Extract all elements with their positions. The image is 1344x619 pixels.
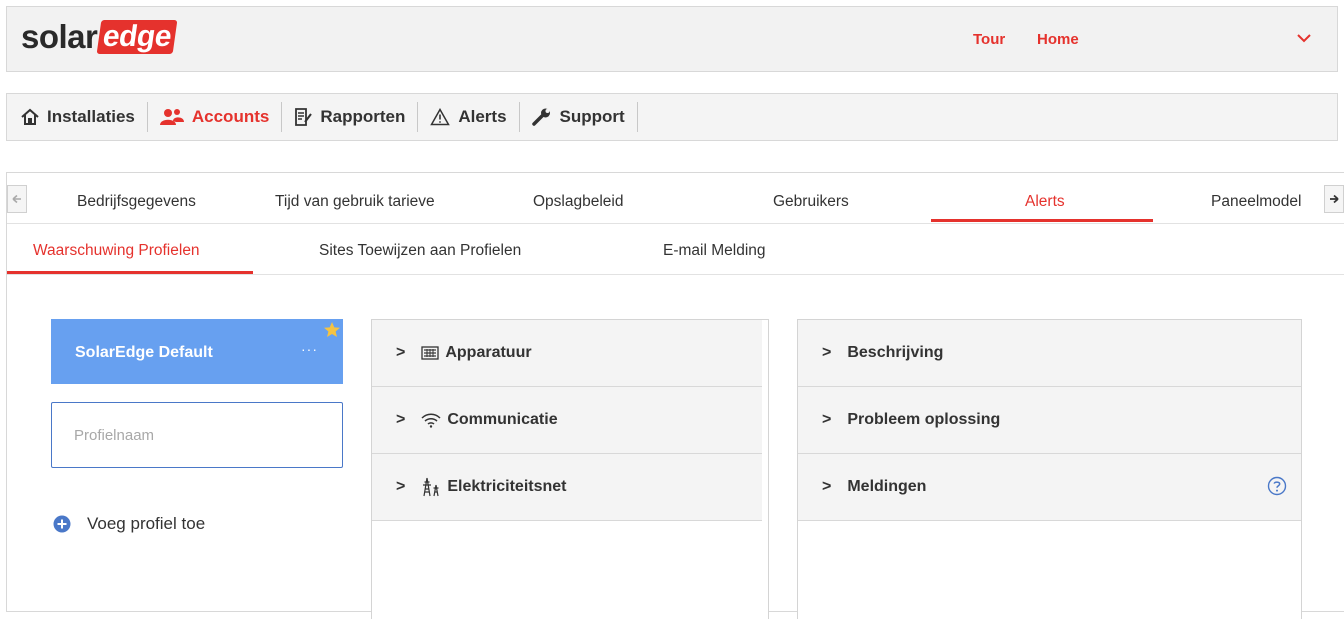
- subtab-email-melding[interactable]: E-mail Melding: [663, 242, 766, 260]
- nav-support-label: Support: [559, 107, 625, 126]
- profile-menu-button[interactable]: ···: [301, 341, 318, 357]
- tab-alerts[interactable]: Alerts: [1025, 193, 1065, 211]
- nav-rapporten[interactable]: Rapporten: [282, 102, 419, 132]
- power-grid-icon: [421, 477, 441, 497]
- accordion-beschrijving-label: Beschrijving: [847, 344, 944, 361]
- users-icon: [159, 109, 184, 125]
- device-icon: [421, 346, 439, 360]
- home-link[interactable]: Home: [1037, 31, 1079, 48]
- active-tab-indicator: [931, 219, 1153, 222]
- warning-icon: [430, 108, 451, 126]
- nav-alerts-label: Alerts: [458, 107, 507, 126]
- chevron-right-icon: >: [396, 411, 406, 428]
- app-header: solar edge Tour Home: [6, 6, 1338, 72]
- nav-alerts[interactable]: Alerts: [418, 102, 520, 132]
- help-icon[interactable]: [1267, 476, 1287, 496]
- profile-card-default[interactable]: SolarEdge Default ···: [51, 319, 343, 384]
- nav-rapporten-label: Rapporten: [320, 107, 406, 126]
- accordion-apparatuur-label: Apparatuur: [445, 344, 532, 361]
- accordion-apparatuur[interactable]: > Apparatuur: [372, 320, 762, 387]
- profile-name: SolarEdge Default: [75, 344, 213, 361]
- subtab-sites-toewijzen[interactable]: Sites Toewijzen aan Profielen: [319, 242, 521, 260]
- alert-category-accordion: > Apparatuur > Communicatie > Elektricit…: [371, 319, 769, 619]
- nav-accounts[interactable]: Accounts: [148, 102, 283, 132]
- accordion-probleem-oplossing-label: Probleem oplossing: [847, 411, 1001, 428]
- accordion-meldingen[interactable]: > Meldingen: [798, 454, 1301, 521]
- tabs-scroll-right-button[interactable]: [1324, 185, 1344, 213]
- accordion-elektriciteitsnet-label: Elektriciteitsnet: [447, 478, 567, 495]
- accordion-beschrijving[interactable]: > Beschrijving: [798, 320, 1301, 387]
- accordion-probleem-oplossing[interactable]: > Probleem oplossing: [798, 387, 1301, 454]
- primary-tabs: Bedrijfsgegevens Tijd van gebruik tariev…: [7, 173, 1344, 224]
- nav-installaties[interactable]: Installaties: [7, 102, 148, 132]
- nav-installaties-label: Installaties: [47, 107, 135, 126]
- add-profile-label: Voeg profiel toe: [87, 514, 206, 533]
- accordion-meldingen-label: Meldingen: [847, 478, 927, 495]
- tab-gebruikers[interactable]: Gebruikers: [773, 193, 849, 211]
- accordion-elektriciteitsnet[interactable]: > Elektriciteitsnet: [372, 454, 762, 521]
- chevron-right-icon: >: [396, 478, 406, 495]
- main-navigation: Installaties Accounts Rapporten Alerts S…: [6, 93, 1338, 141]
- tabs-scroll-left-button[interactable]: [7, 185, 27, 213]
- logo-solar-text: solar: [21, 18, 98, 55]
- tab-opslagbeleid[interactable]: Opslagbeleid: [533, 193, 623, 211]
- chevron-right-icon: >: [822, 344, 832, 361]
- accordion-communicatie-label: Communicatie: [447, 411, 558, 428]
- report-icon: [295, 108, 313, 126]
- nav-accounts-label: Accounts: [191, 107, 270, 126]
- home-icon: [21, 108, 39, 125]
- tab-bedrijfsgegevens[interactable]: Bedrijfsgegevens: [77, 193, 196, 211]
- logo-edge-text: edge: [96, 20, 178, 54]
- add-profile-button[interactable]: Voeg profiel toe: [53, 514, 205, 534]
- tab-paneelmodel[interactable]: Paneelmodel: [1211, 193, 1301, 211]
- chevron-down-icon[interactable]: [1293, 27, 1315, 49]
- account-panel: Bedrijfsgegevens Tijd van gebruik tariev…: [6, 172, 1344, 619]
- alert-detail-accordion: > Beschrijving > Probleem oplossing > Me…: [797, 319, 1302, 619]
- plus-circle-icon: [53, 515, 71, 533]
- nav-support[interactable]: Support: [520, 102, 638, 132]
- arrow-left-icon: [12, 194, 21, 204]
- wifi-icon: [421, 412, 441, 428]
- chevron-right-icon: >: [822, 478, 832, 495]
- tour-link[interactable]: Tour: [973, 31, 1005, 48]
- tab-tijd-van-gebruik[interactable]: Tijd van gebruik tarieve: [275, 193, 435, 211]
- accordion-communicatie[interactable]: > Communicatie: [372, 387, 762, 454]
- star-icon[interactable]: [323, 321, 341, 339]
- secondary-tabs: Waarschuwing Profielen Sites Toewijzen a…: [7, 224, 1344, 275]
- solaredge-logo[interactable]: solar edge: [21, 17, 178, 57]
- chevron-right-icon: >: [822, 411, 832, 428]
- arrow-right-icon: [1330, 194, 1339, 204]
- subtab-waarschuwing-profielen[interactable]: Waarschuwing Profielen: [33, 242, 200, 260]
- active-subtab-indicator: [7, 271, 253, 274]
- wrench-icon: [531, 108, 550, 126]
- chevron-right-icon: >: [396, 344, 406, 361]
- profile-name-input[interactable]: [51, 402, 343, 468]
